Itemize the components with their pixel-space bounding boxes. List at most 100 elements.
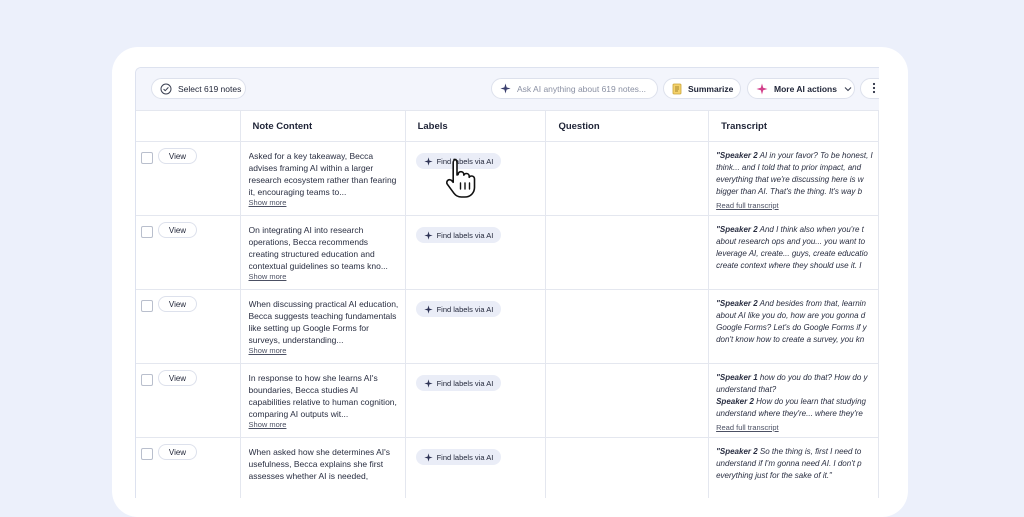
transcript-text: everything that we're discussing here is… [716, 175, 864, 184]
transcript-text: about AI like you do, how are you gonna … [716, 311, 866, 320]
view-button[interactable]: View [158, 370, 197, 386]
labels-cell: Find labels via AI [404, 437, 547, 498]
find-labels-button[interactable]: Find labels via AI [415, 227, 502, 243]
more-options-button[interactable] [860, 78, 879, 99]
labels-cell: Find labels via AI [404, 289, 547, 364]
column-header-select [136, 110, 241, 142]
transcript-line: understand that? [716, 384, 878, 396]
transcript-text: how do you do that? How do y [757, 373, 868, 382]
view-button[interactable]: View [158, 148, 197, 164]
transcript-text: How do you learn that studying [753, 397, 866, 406]
question-cell [545, 437, 710, 498]
transcript-text: Google Forms? Let's do Google Forms if y [716, 323, 867, 332]
notes-table-app: Select 619 notes Ask AI anything about 6… [135, 67, 879, 498]
transcript-line: "Speaker 2 AI in your favor? To be hones… [716, 150, 878, 162]
transcript-line: understand where they're... where they'r… [716, 408, 878, 420]
transcript-line: everything that we're discussing here is… [716, 174, 878, 186]
transcript-cell: "Speaker 1 how do you do that? How do yu… [708, 363, 879, 438]
check-circle-icon [160, 83, 172, 95]
question-cell [545, 289, 710, 364]
note-content-cell: Asked for a key takeaway, Becca advises … [239, 141, 406, 216]
transcript-line: "Speaker 2 So the thing is, first I need… [716, 446, 878, 458]
transcript-cell: "Speaker 2 AI in your favor? To be hones… [708, 141, 879, 216]
find-labels-label: Find labels via AI [436, 378, 494, 388]
transcript-text: create context where they should use it.… [716, 261, 862, 270]
view-button[interactable]: View [158, 444, 197, 460]
find-labels-button[interactable]: Find labels via AI [415, 301, 502, 317]
transcript-text: leverage AI, create... guys, create educ… [716, 249, 868, 258]
find-labels-label: Find labels via AI [436, 304, 494, 314]
find-labels-label: Find labels via AI [436, 230, 494, 240]
transcript-line: Google Forms? Let's do Google Forms if y [716, 322, 878, 334]
transcript-cell: "Speaker 2 And I think also when you're … [708, 215, 879, 290]
transcript-line: about research ops and you... you want t… [716, 236, 878, 248]
transcript-line: create context where they should use it.… [716, 260, 878, 272]
view-button[interactable]: View [158, 296, 197, 312]
view-button[interactable]: View [158, 222, 197, 238]
transcript-text: understand if I'm gonna need AI. I don't… [716, 459, 862, 468]
row-checkbox[interactable] [141, 448, 153, 460]
labels-cell: Find labels via AI [404, 215, 547, 290]
transcript-text: don't know how to create a survey, you k… [716, 335, 865, 344]
sparkle-icon [423, 156, 433, 166]
transcript-line: everything just for the sake of it." [716, 470, 878, 482]
row-select-cell: View [136, 289, 241, 364]
find-labels-label: Find labels via AI [436, 452, 494, 462]
row-select-cell: View [136, 141, 241, 216]
row-checkbox[interactable] [141, 226, 153, 238]
row-checkbox[interactable] [141, 374, 153, 386]
row-select-cell: View [136, 437, 241, 498]
column-header-note-content[interactable]: Note Content [239, 110, 406, 142]
summarize-button[interactable]: Summarize [663, 78, 741, 99]
transcript-text: everything just for the sake of it." [716, 471, 832, 480]
show-more-link[interactable]: Show more [249, 198, 399, 208]
row-checkbox[interactable] [141, 300, 153, 312]
row-checkbox[interactable] [141, 152, 153, 164]
read-full-transcript-link[interactable]: Read full transcript [716, 422, 878, 434]
table-row: View Asked for a key takeaway, Becca adv… [136, 141, 879, 216]
notes-table: Note Content Labels Question Transcript … [136, 110, 879, 498]
find-labels-button[interactable]: Find labels via AI [415, 375, 502, 391]
sparkle-icon [500, 83, 511, 94]
sparkle-icon [423, 230, 433, 240]
table-row: View In response to how she learns AI's … [136, 363, 879, 438]
note-content-cell: When asked how she determines AI's usefu… [239, 437, 406, 498]
document-icon [672, 83, 682, 95]
transcript-text: And besides from that, learnin [757, 299, 866, 308]
question-cell [545, 141, 710, 216]
labels-cell: Find labels via AI [404, 363, 547, 438]
show-more-link[interactable]: Show more [249, 346, 399, 356]
sparkle-icon [423, 378, 433, 388]
ask-ai-input[interactable]: Ask AI anything about 619 notes... [491, 78, 658, 99]
select-all-label: Select 619 notes [178, 83, 242, 94]
row-select-cell: View [136, 363, 241, 438]
transcript-speaker: Speaker 2 [716, 397, 754, 406]
column-header-transcript[interactable]: Transcript [708, 110, 879, 142]
column-header-labels[interactable]: Labels [404, 110, 547, 142]
read-full-transcript-link[interactable]: Read full transcript [716, 200, 878, 212]
transcript-text: think... and I told that to prior impact… [716, 163, 862, 172]
transcript-text: AI in your favor? To be honest, I [757, 151, 873, 160]
hand-cursor-icon [445, 158, 476, 198]
select-all-button[interactable]: Select 619 notes [151, 78, 246, 99]
transcript-text: about research ops and you... you want t… [716, 237, 866, 246]
transcript-line: "Speaker 2 And I think also when you're … [716, 224, 878, 236]
find-labels-button[interactable]: Find labels via AI [415, 449, 502, 465]
transcript-text: And I think also when you're t [757, 225, 864, 234]
show-more-link[interactable]: Show more [249, 272, 399, 282]
transcript-line: Speaker 2 How do you learn that studying [716, 396, 878, 408]
table-row: View On integrating AI into research ope… [136, 215, 879, 290]
more-ai-actions-button[interactable]: More AI actions [747, 78, 855, 99]
show-more-link[interactable]: Show more [249, 420, 399, 430]
transcript-text: bigger than AI. That's the thing. It's w… [716, 187, 863, 196]
transcript-line: understand if I'm gonna need AI. I don't… [716, 458, 878, 470]
transcript-speaker: "Speaker 2 [716, 447, 758, 456]
transcript-speaker: "Speaker 1 [716, 373, 758, 382]
column-header-question[interactable]: Question [545, 110, 710, 142]
note-content-cell: When discussing practical AI education, … [239, 289, 406, 364]
sparkle-icon [756, 83, 768, 95]
transcript-speaker: "Speaker 2 [716, 299, 758, 308]
table-row: View When discussing practical AI educat… [136, 289, 879, 364]
transcript-line: "Speaker 1 how do you do that? How do y [716, 372, 878, 384]
transcript-text: So the thing is, first I need to [757, 447, 862, 456]
